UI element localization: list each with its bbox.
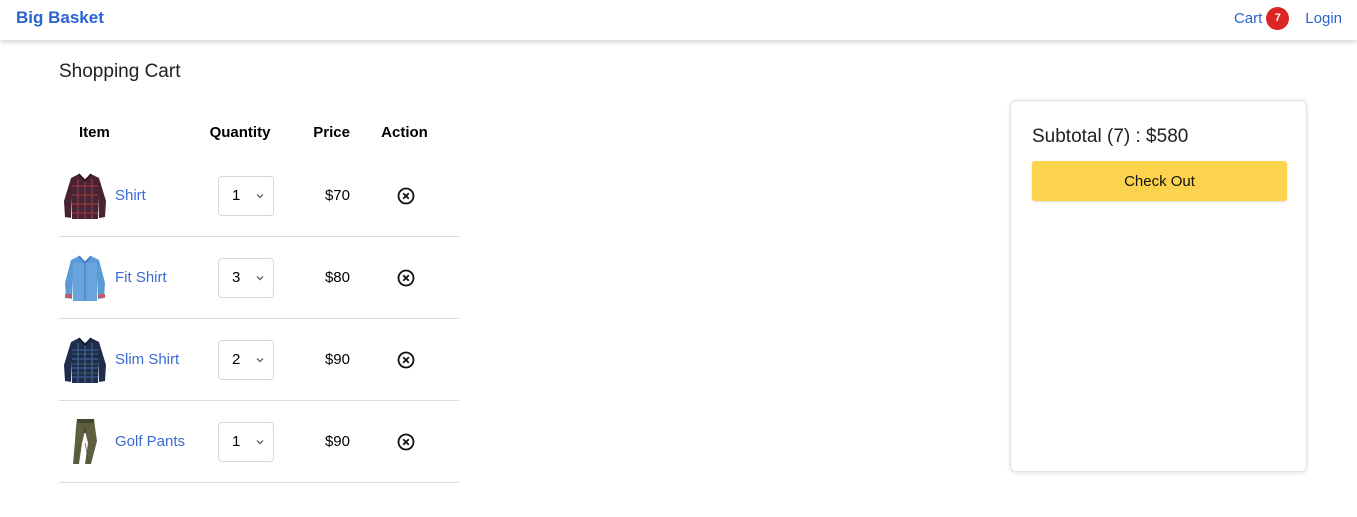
table-header: Item Quantity Price Action xyxy=(59,110,459,155)
item-cell: Golf Pants xyxy=(59,416,195,468)
price-cell: $80 xyxy=(324,269,350,286)
chevron-down-icon xyxy=(256,357,264,362)
header-price: Price xyxy=(313,124,350,141)
close-circle-icon xyxy=(397,351,414,368)
price-cell: $90 xyxy=(324,351,350,368)
product-link[interactable]: Shirt xyxy=(115,187,146,204)
item-cell: Slim Shirt xyxy=(59,334,195,386)
remove-item-button[interactable] xyxy=(396,186,416,206)
remove-item-button[interactable] xyxy=(396,268,416,288)
price-cell: $70 xyxy=(324,187,350,204)
order-summary-card: Subtotal (7) : $580 Check Out xyxy=(1010,100,1307,472)
quantity-select[interactable]: 1 xyxy=(218,175,274,216)
close-circle-icon xyxy=(397,433,414,450)
quantity-value: 1 xyxy=(232,433,241,450)
header-item: Item xyxy=(79,124,110,141)
item-cell: Fit Shirt xyxy=(59,252,195,304)
product-image-plaid-shirt-red[interactable] xyxy=(59,170,111,222)
quantity-cell: 2 xyxy=(195,339,285,380)
product-image-denim-shirt[interactable] xyxy=(59,252,111,304)
table-row: Golf Pants 1 $90 xyxy=(59,401,459,483)
cart-count-badge: 7 xyxy=(1266,6,1290,30)
product-link[interactable]: Golf Pants xyxy=(115,433,185,450)
close-circle-icon xyxy=(397,269,414,286)
table-row: Slim Shirt 2 $90 xyxy=(59,319,459,401)
brand-logo-link[interactable]: Big Basket xyxy=(16,8,104,28)
product-link[interactable]: Slim Shirt xyxy=(115,351,179,368)
header-action: Action xyxy=(381,124,428,141)
quantity-select[interactable]: 2 xyxy=(218,339,274,380)
product-link[interactable]: Fit Shirt xyxy=(115,269,167,286)
action-cell xyxy=(350,268,459,288)
table-row: Shirt 1 $70 xyxy=(59,155,459,237)
product-image-olive-pants[interactable] xyxy=(59,416,111,468)
action-cell xyxy=(350,432,459,452)
table-row: Fit Shirt 3 $80 xyxy=(59,237,459,319)
chevron-down-icon xyxy=(256,439,264,444)
quantity-select[interactable]: 1 xyxy=(218,421,274,462)
quantity-select[interactable]: 3 xyxy=(218,257,274,298)
page-title: Shopping Cart xyxy=(59,61,181,82)
login-link[interactable]: Login xyxy=(1305,10,1342,27)
chevron-down-icon xyxy=(256,275,264,280)
top-navbar: Big Basket Cart 7 Login xyxy=(0,0,1357,40)
cart-label: Cart xyxy=(1233,9,1263,27)
quantity-value: 1 xyxy=(232,187,241,204)
header-quantity: Quantity xyxy=(209,124,271,141)
item-cell: Shirt xyxy=(59,170,195,222)
remove-item-button[interactable] xyxy=(396,432,416,452)
quantity-value: 2 xyxy=(232,351,241,368)
quantity-cell: 1 xyxy=(195,175,285,216)
checkout-button[interactable]: Check Out xyxy=(1032,161,1287,201)
close-circle-icon xyxy=(397,187,414,204)
action-cell xyxy=(350,186,459,206)
cart-table: Item Quantity Price Action Shirt 1 $70 F… xyxy=(59,110,459,483)
price-cell: $90 xyxy=(324,433,350,450)
quantity-value: 3 xyxy=(232,269,241,286)
remove-item-button[interactable] xyxy=(396,350,416,370)
subtotal-text: Subtotal (7) : $580 xyxy=(1032,126,1189,147)
action-cell xyxy=(350,350,459,370)
cart-link[interactable]: Cart 7 xyxy=(1233,6,1290,30)
nav-right-group: Cart 7 Login xyxy=(1234,6,1342,30)
quantity-cell: 1 xyxy=(195,421,285,462)
product-image-plaid-shirt-navy[interactable] xyxy=(59,334,111,386)
quantity-cell: 3 xyxy=(195,257,285,298)
chevron-down-icon xyxy=(256,193,264,198)
